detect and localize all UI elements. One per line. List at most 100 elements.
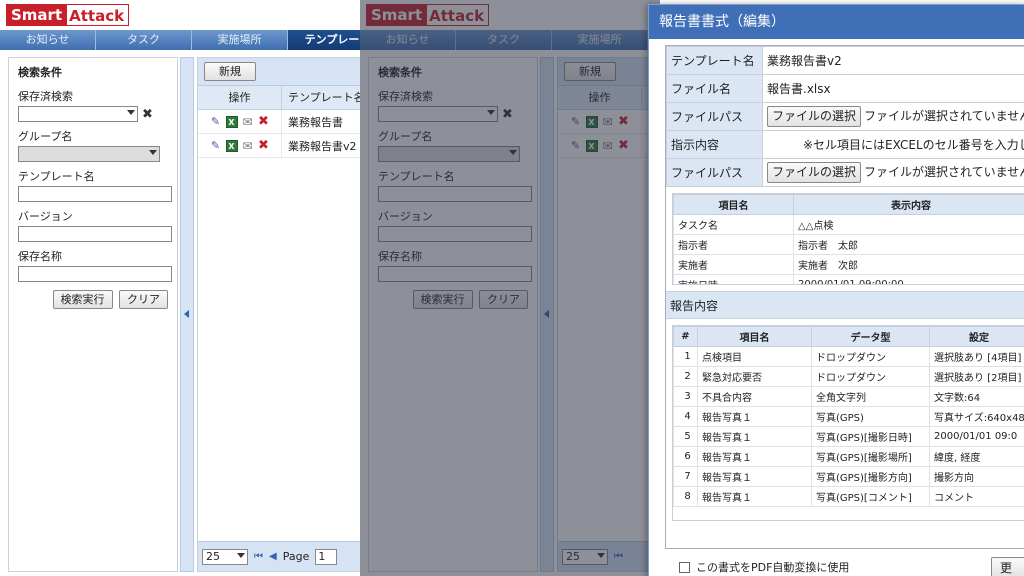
tab-task[interactable]: タスク bbox=[96, 30, 192, 50]
dialog-body: テンプレート名 業務報告書v2 ファイル名 報告書.xlsx ファイルパス ファ… bbox=[665, 45, 1024, 549]
brand-part1: Smart bbox=[6, 4, 67, 26]
table-row: 指示者 指示者 太郎 bbox=[673, 234, 1024, 255]
delete-icon: ✖ bbox=[618, 137, 629, 153]
pdf-auto-convert-checkbox[interactable] bbox=[679, 561, 690, 573]
pager: 25 ⏮ ◀ Page 1 bbox=[198, 541, 360, 571]
list-toolbar: 新規 bbox=[198, 58, 360, 86]
template-list: 新規 操作 ✎ X ✉ ✖ ✎ X ✉ ✖ 25 ⏮ bbox=[557, 57, 660, 572]
table-row: タスク名 △△点検 bbox=[673, 214, 1024, 235]
edit-icon[interactable]: ✎ bbox=[210, 139, 222, 152]
table-row: 7 報告写真１ 写真(GPS)[撮影方向] 撮影方向 bbox=[673, 466, 1024, 487]
mail-icon: ✉ bbox=[602, 138, 613, 153]
template-list: 新規 操作 テンプレート名 ✎ X ✉ ✖ 業務報告書 ✎ X ✉ ✖ 業務報告… bbox=[197, 57, 360, 572]
col-template-name[interactable]: テンプレート名 bbox=[282, 86, 360, 109]
page-input[interactable]: 1 bbox=[315, 548, 338, 565]
app-panel-dimmed: Smart Attack お知らせ タスク 実施場所 検索条件 保存済検索 ✖ … bbox=[360, 0, 660, 576]
tab-location[interactable]: 実施場所 bbox=[192, 30, 288, 50]
template-name-label: テンプレート名 bbox=[18, 170, 95, 183]
template-name-label: テンプレート名 bbox=[666, 46, 763, 75]
chevron-down-icon bbox=[237, 552, 245, 558]
delete-icon: ✖ bbox=[618, 113, 629, 129]
search-title: 検索条件 bbox=[18, 66, 62, 79]
report-content-label: 報告内容 bbox=[666, 291, 1024, 319]
saved-search-label: 保存済検索 bbox=[18, 90, 73, 103]
page-size-select[interactable]: 25 bbox=[202, 548, 248, 565]
table-row: 8 報告写真１ 写真(GPS)[コメント] コメント bbox=[673, 486, 1024, 507]
search-panel: 検索条件 保存済検索 ✖ グループ名 テンプレート名 バージョン 保存名称 検索… bbox=[368, 57, 538, 572]
save-name-label: 保存名称 bbox=[18, 250, 62, 263]
group-select[interactable] bbox=[18, 146, 160, 162]
page-label: Page bbox=[282, 550, 310, 563]
no-file-text-2: ファイルが選択されていません bbox=[864, 165, 1024, 179]
template-name-input[interactable] bbox=[18, 186, 172, 202]
first-page-icon: ⏮ bbox=[614, 551, 623, 562]
search-panel: 検索条件 保存済検索 ✖ グループ名 テンプレート名 バージョン 保存名称 検索… bbox=[8, 57, 178, 572]
template-name-value[interactable]: 業務報告書v2 bbox=[762, 46, 1024, 75]
mail-icon: ✉ bbox=[602, 114, 613, 129]
list-header: 操作 テンプレート名 bbox=[198, 86, 360, 110]
excel-icon: X bbox=[585, 139, 598, 152]
file-name-value[interactable]: 報告書.xlsx bbox=[762, 74, 1024, 103]
pdf-option[interactable]: この書式をPDF自動変換に使用 bbox=[679, 559, 849, 575]
top-nav: お知らせ タスク 実施場所 bbox=[360, 30, 660, 50]
table-row[interactable]: ✎ X ✉ ✖ 業務報告書 bbox=[198, 109, 360, 134]
delete-icon[interactable]: ✖ bbox=[258, 139, 270, 152]
collapse-arrow-icon[interactable] bbox=[184, 310, 189, 318]
no-file-text: ファイルが選択されていません bbox=[864, 109, 1024, 123]
excel-icon[interactable]: X bbox=[225, 115, 238, 128]
table-row: 実施日時2000/01/01 09:00:00 bbox=[673, 274, 1024, 284]
panel-splitter[interactable] bbox=[180, 57, 194, 572]
choose-file-button[interactable]: ファイルの選択 bbox=[767, 106, 862, 127]
search-run-button[interactable]: 検索実行 bbox=[52, 290, 113, 309]
file-path-label-2: ファイルパス bbox=[666, 158, 763, 187]
edit-icon: ✎ bbox=[570, 114, 581, 128]
form-table: テンプレート名 業務報告書v2 ファイル名 報告書.xlsx ファイルパス ファ… bbox=[666, 46, 1024, 187]
top-nav: お知らせ タスク 実施場所 テンプレート bbox=[0, 30, 360, 50]
mail-icon[interactable]: ✉ bbox=[242, 140, 254, 152]
table-row: 4 報告写真１ 写真(GPS) 写真サイズ:640x48 bbox=[673, 406, 1024, 427]
dialog-title: 報告書書式（編集） bbox=[649, 5, 1024, 39]
search-clear-button[interactable]: クリア bbox=[119, 290, 168, 309]
panel-splitter bbox=[540, 57, 554, 572]
edit-icon: ✎ bbox=[570, 138, 581, 152]
pdf-auto-convert-label: この書式をPDF自動変換に使用 bbox=[696, 561, 850, 574]
chevron-down-icon bbox=[127, 110, 135, 115]
choose-file-button-2[interactable]: ファイルの選択 bbox=[767, 162, 862, 183]
table-row: 実施者 実施者 次郎 bbox=[673, 254, 1024, 275]
table-row: 6 報告写真１ 写真(GPS)[撮影場所] 緯度, 経度 bbox=[673, 446, 1024, 467]
excel-icon[interactable]: X bbox=[225, 139, 238, 152]
row-template-name: 業務報告書 bbox=[288, 115, 343, 129]
brand-logo: Smart Attack bbox=[6, 4, 130, 26]
version-input[interactable] bbox=[18, 226, 172, 242]
table-row: 1 点検項目 ドロップダウン 選択肢あり [4項目] bbox=[673, 346, 1024, 367]
tab-template[interactable]: テンプレート bbox=[288, 30, 360, 50]
excel-icon: X bbox=[585, 115, 598, 128]
row-template-name: 業務報告書v2 bbox=[288, 139, 357, 153]
brand-logo: Smart Attack bbox=[366, 4, 490, 26]
table-row[interactable]: ✎ X ✉ ✖ 業務報告書v2 bbox=[198, 133, 360, 158]
prev-page-icon[interactable]: ◀ bbox=[269, 551, 277, 562]
chevron-down-icon bbox=[149, 150, 157, 155]
tab-news[interactable]: お知らせ bbox=[0, 30, 96, 50]
file-name-label: ファイル名 bbox=[666, 74, 763, 103]
instruction-note: ※セル項目にはEXCELのセル番号を入力し bbox=[762, 130, 1024, 159]
new-button[interactable]: 新規 bbox=[204, 62, 256, 81]
saved-search-select[interactable] bbox=[18, 106, 138, 122]
file-path-label: ファイルパス bbox=[666, 102, 763, 131]
brand-part2: Attack bbox=[66, 4, 130, 26]
mail-icon[interactable]: ✉ bbox=[242, 116, 254, 128]
col-action: 操作 bbox=[198, 86, 282, 109]
instruction-label: 指示内容 bbox=[666, 130, 763, 159]
edit-icon[interactable]: ✎ bbox=[210, 115, 222, 128]
save-name-input[interactable] bbox=[18, 266, 172, 282]
delete-saved-search-icon[interactable]: ✖ bbox=[142, 107, 153, 122]
report-format-edit-dialog: 報告書書式（編集） テンプレート名 業務報告書v2 ファイル名 報告書.xlsx… bbox=[648, 4, 1024, 576]
delete-saved-search-icon: ✖ bbox=[502, 106, 513, 122]
report-content-table: # 項目名 データ型 設定 1 点検項目 ドロップダウン 選択肢あり [4項目] 2緊… bbox=[672, 325, 1024, 521]
delete-icon[interactable]: ✖ bbox=[258, 115, 270, 128]
app-panel-left: Smart Attack お知らせ タスク 実施場所 テンプレート 検索条件 保… bbox=[0, 0, 360, 576]
first-page-icon[interactable]: ⏮ bbox=[254, 551, 263, 562]
table-row: 5 報告写真１ 写真(GPS)[撮影日時] 2000/01/01 09:0 bbox=[673, 426, 1024, 447]
display-content-table: 項目名 表示内容 タスク名△△点検 指示者指示者 太郎 実施者実施者 次郎 実施… bbox=[672, 193, 1024, 285]
update-button[interactable]: 更 bbox=[991, 557, 1024, 576]
